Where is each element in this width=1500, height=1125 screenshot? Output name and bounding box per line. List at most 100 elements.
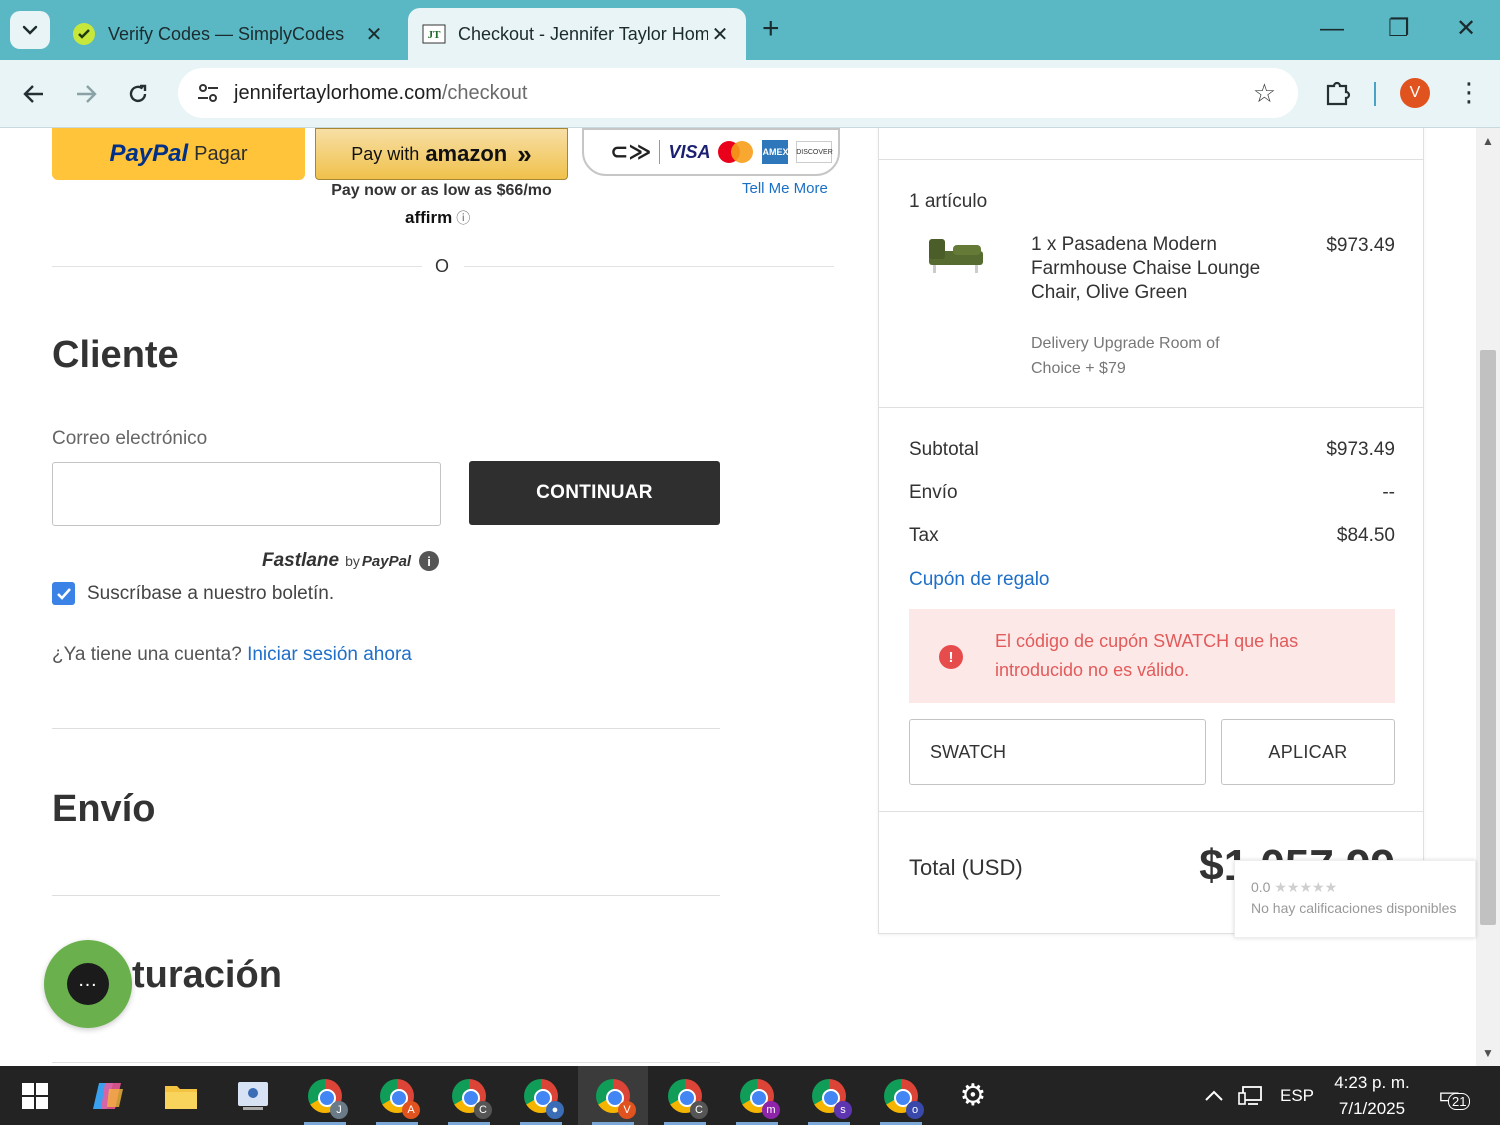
info-icon[interactable]: i [419,551,440,571]
close-tab-icon[interactable]: ✕ [362,22,386,47]
chrome-profile-button[interactable]: o [866,1066,936,1125]
close-tab-icon[interactable]: ✕ [708,22,732,47]
restore-button[interactable]: ❐ [1388,14,1410,44]
shipping-label: Envío [909,482,958,503]
continue-button[interactable]: CONTINUAR [469,461,720,525]
rating-score: 0.0 ★★★★★ [1251,879,1338,895]
chrome-profile-button[interactable]: C [650,1066,720,1125]
error-icon: ! [939,645,963,669]
browser-tab-bar: Verify Codes — SimplyCodes ✕ JT Checkout… [0,0,1500,60]
reviews-badge[interactable]: 0.0 ★★★★★ No hay calificaciones disponib… [1234,860,1476,938]
card-pay-button[interactable]: ⊂≫ VISA AMEX DISCOVER [582,128,840,176]
discover-logo-icon: DISCOVER [796,141,833,163]
system-clock[interactable]: 4:23 p. m. 7/1/2025 [1330,1070,1414,1122]
paypal-logo: PayPal [109,140,189,167]
section-divider [52,728,720,729]
reload-icon [129,84,147,103]
arrow-right-icon [77,85,97,103]
customer-section-title: Cliente [52,334,179,376]
monitor-network-icon [1238,1085,1262,1105]
product-price: $973.49 [1326,235,1395,256]
chrome-icon: s [812,1078,852,1119]
profile-avatar[interactable]: V [1400,78,1430,108]
chat-widget-button[interactable]: … [44,940,132,1028]
card-pay-logo-icon: ⊂≫ [610,139,652,164]
chrome-profile-button-active[interactable]: V [578,1066,648,1125]
copilot-button[interactable] [74,1066,144,1125]
tab-checkout[interactable]: JT Checkout - Jennifer Taylor Hom ✕ [408,8,746,60]
scroll-down-icon[interactable]: ▼ [1482,1046,1494,1060]
chrome-profile-button[interactable]: ● [506,1066,576,1125]
url-text: jennifertaylorhome.com/checkout [234,81,528,104]
page-scrollbar[interactable]: ▲ ▼ [1476,128,1500,1066]
tab-title: Checkout - Jennifer Taylor Hom [458,23,708,44]
amazon-pay-label: Pay with [351,143,420,164]
reload-button[interactable] [122,78,154,110]
info-icon[interactable]: ⓘ [456,210,470,226]
chrome-profile-button[interactable]: J [290,1066,360,1125]
or-divider-left [52,266,422,267]
windows-logo-icon [22,1082,48,1109]
mastercard-logo-icon [718,141,754,163]
forward-button[interactable] [70,78,102,110]
double-chevron-icon: » [517,138,532,169]
app-window-icon [238,1081,268,1110]
svg-text:JT: JT [428,29,442,41]
chrome-icon: o [884,1078,924,1119]
paypal-button[interactable]: PayPal Pagar [52,128,305,180]
sign-in-link[interactable]: Iniciar sesión ahora [247,644,412,665]
extensions-puzzle-icon[interactable] [1322,76,1354,108]
chrome-icon: C [452,1078,492,1119]
windows-taskbar: J A C ● V C m s o ⚙ ESP 4:23 p. m. 7/1/2… [0,1066,1500,1125]
newsletter-checkbox[interactable] [52,582,75,605]
email-field[interactable] [52,462,441,526]
app-button[interactable] [218,1066,288,1125]
gear-icon: ⚙ [959,1079,987,1112]
chrome-icon: J [308,1078,348,1119]
coupon-code-input[interactable] [909,719,1206,785]
apply-coupon-button[interactable]: APLICAR [1221,719,1395,785]
bookmark-star-icon[interactable]: ☆ [1253,78,1276,109]
tab-title: Verify Codes — SimplyCodes [108,23,345,44]
checkmark-icon [56,587,71,600]
start-button[interactable] [0,1066,70,1125]
site-settings-icon[interactable] [194,79,222,107]
chrome-icon: m [740,1078,780,1119]
or-divider-right [464,266,834,267]
visa-logo-icon: VISA [668,141,711,162]
tab-search-button[interactable] [10,11,50,49]
rating-text: No hay calificaciones disponibles [1251,900,1457,916]
chrome-profile-button[interactable]: A [362,1066,432,1125]
tray-overflow-icon[interactable] [1204,1066,1224,1125]
notification-icon: ▭21 [1438,1081,1471,1110]
newsletter-label[interactable]: Suscríbase a nuestro boletín. [87,583,334,605]
scrollbar-thumb[interactable] [1480,350,1496,925]
back-button[interactable] [18,78,50,110]
browser-menu-icon[interactable]: ⋮ [1456,76,1482,108]
chrome-profile-button[interactable]: s [794,1066,864,1125]
address-bar[interactable]: jennifertaylorhome.com/checkout ☆ [178,68,1298,118]
minimize-button[interactable]: — [1320,14,1344,44]
file-explorer-button[interactable] [146,1066,216,1125]
jennifer-taylor-favicon-icon: JT [422,24,446,44]
scroll-up-icon[interactable]: ▲ [1482,134,1494,148]
language-indicator[interactable]: ESP [1280,1066,1314,1125]
section-divider [52,895,720,896]
amazon-pay-button[interactable]: Pay with amazon » [315,128,568,180]
toolbar-separator [1374,82,1376,106]
gift-coupon-link[interactable]: Cupón de regalo [909,569,1050,591]
billing-section-title: turación [132,954,282,996]
star-rating-icon: ★★★★★ [1274,879,1338,895]
tab-simplycodes[interactable]: Verify Codes — SimplyCodes ✕ [58,8,400,60]
tell-me-more-link[interactable]: Tell Me More [742,180,828,197]
new-tab-button[interactable]: + [762,14,780,44]
email-label: Correo electrónico [52,428,208,449]
settings-button[interactable]: ⚙ [938,1066,1008,1125]
chrome-profile-button[interactable]: C [434,1066,504,1125]
network-icon[interactable] [1238,1066,1264,1125]
chrome-profile-button[interactable]: m [722,1066,792,1125]
chrome-icon: ● [524,1078,564,1119]
notifications-button[interactable]: ▭21 [1438,1066,1471,1125]
close-window-button[interactable]: ✕ [1456,14,1476,44]
chevron-down-icon [22,25,38,35]
